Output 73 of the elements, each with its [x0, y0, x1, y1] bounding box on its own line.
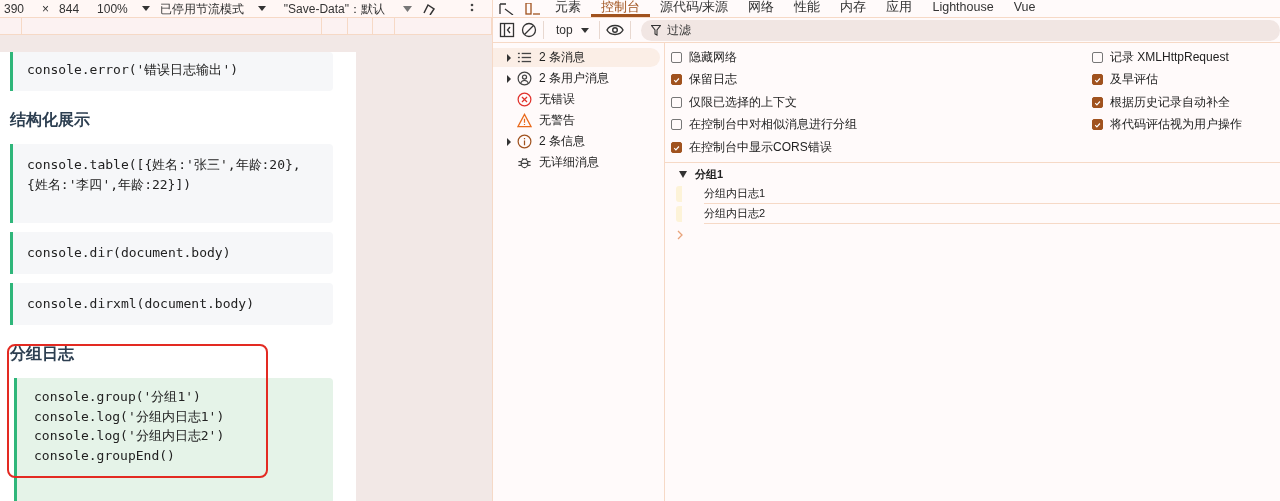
caret-icon[interactable]	[141, 6, 150, 11]
tab[interactable]: 控制台	[591, 0, 650, 17]
caret-icon[interactable]	[257, 6, 266, 11]
section-heading: 结构化展示	[10, 110, 91, 130]
code-block: console.dir(document.body)	[10, 232, 333, 274]
console-message: 分组内日志1	[704, 183, 1280, 204]
height-field[interactable]: 844	[59, 3, 80, 14]
tab[interactable]: 内存	[830, 0, 877, 17]
expand-icon[interactable]	[679, 171, 687, 178]
device-icon[interactable]	[525, 3, 541, 15]
throttling-dropdown[interactable]: 已停用节流模式	[159, 3, 244, 14]
log-marker	[676, 205, 682, 222]
expand-icon[interactable]	[505, 53, 513, 62]
checkbox-label: 及早评估	[1110, 71, 1158, 89]
checkbox-label: 记录 XMLHttpRequest	[1110, 48, 1229, 66]
filter-field[interactable]: 过滤	[640, 19, 1280, 41]
times-sign: ×	[42, 3, 50, 14]
context-dropdown[interactable]: top	[550, 23, 579, 37]
sidebar-item[interactable]: 无详细消息	[493, 153, 660, 172]
info-icon	[517, 134, 532, 149]
checkbox[interactable]	[671, 74, 682, 86]
save-data-dropdown[interactable]: "Save-Data"：默认	[283, 3, 385, 14]
user-icon	[517, 71, 532, 86]
console-group[interactable]: 分组1	[665, 165, 1280, 184]
eye-icon[interactable]	[605, 24, 624, 36]
checkbox-label: 隐藏网络	[689, 48, 737, 66]
checkbox[interactable]	[671, 141, 682, 153]
log-marker	[676, 185, 682, 202]
sidebar-item[interactable]: 2 条用户消息	[493, 69, 660, 88]
sidebar-toggle-icon[interactable]	[499, 22, 515, 38]
section-heading: 分组日志	[10, 344, 75, 364]
checkbox[interactable]	[1092, 74, 1103, 86]
sidebar-item[interactable]: 无错误	[493, 90, 660, 109]
code-block: console.group('分组1') console.log('分组内日志1') console.log('分组内日志2') console.groupEnd()	[14, 378, 333, 501]
expand-icon[interactable]	[505, 74, 513, 83]
code-block: console.table([{姓名:'张三',年龄:20}, {姓名:'李四',年龄:22}])	[10, 144, 333, 223]
sidebar-item[interactable]: 2 条消息	[493, 48, 660, 67]
width-field[interactable]: 390	[4, 3, 25, 14]
expand-icon[interactable]	[505, 137, 513, 146]
tab[interactable]: 性能	[784, 0, 831, 17]
tab[interactable]: Vue	[1003, 0, 1046, 17]
checkbox[interactable]	[671, 119, 682, 131]
inspect-icon[interactable]	[499, 3, 515, 15]
checkbox-label: 将代码评估视为用户操作	[1110, 116, 1242, 134]
tab[interactable]: 源代码/来源	[650, 0, 739, 17]
checkbox[interactable]	[1092, 119, 1103, 131]
checkbox-label: 保留日志	[689, 71, 737, 89]
tab[interactable]: Lighthouse	[922, 0, 1004, 17]
zoom-dropdown[interactable]: 100%	[97, 3, 128, 14]
list-icon	[517, 50, 532, 65]
tab[interactable]: 元素	[545, 0, 591, 17]
checkbox-label: 在控制台中显示CORS错误	[689, 138, 832, 156]
rotate-icon[interactable]	[422, 2, 436, 15]
warning-icon	[517, 113, 532, 128]
clear-icon[interactable]	[521, 22, 537, 38]
checkbox[interactable]	[1092, 96, 1103, 108]
code-block: console.dirxml(document.body)	[10, 283, 333, 325]
checkbox-label: 根据历史记录自动补全	[1110, 93, 1230, 111]
bug-icon	[517, 155, 532, 170]
sidebar-item[interactable]: 无警告	[493, 111, 660, 130]
error-icon	[517, 92, 532, 107]
checkbox[interactable]	[671, 96, 682, 108]
sidebar-item[interactable]: 2 条信息	[493, 132, 660, 151]
filter-icon	[650, 24, 661, 36]
checkbox-label: 仅限已选择的上下文	[689, 93, 797, 111]
checkbox[interactable]	[671, 51, 682, 63]
console-message: 分组内日志2	[704, 203, 1280, 224]
tab[interactable]: 应用	[876, 0, 923, 17]
code-block: console.error('错误日志输出')	[10, 52, 333, 91]
tab[interactable]: 网络	[738, 0, 785, 17]
checkbox-label: 在控制台中对相似消息进行分组	[689, 116, 857, 134]
caret-icon[interactable]	[580, 27, 589, 33]
checkbox[interactable]	[1092, 51, 1103, 63]
